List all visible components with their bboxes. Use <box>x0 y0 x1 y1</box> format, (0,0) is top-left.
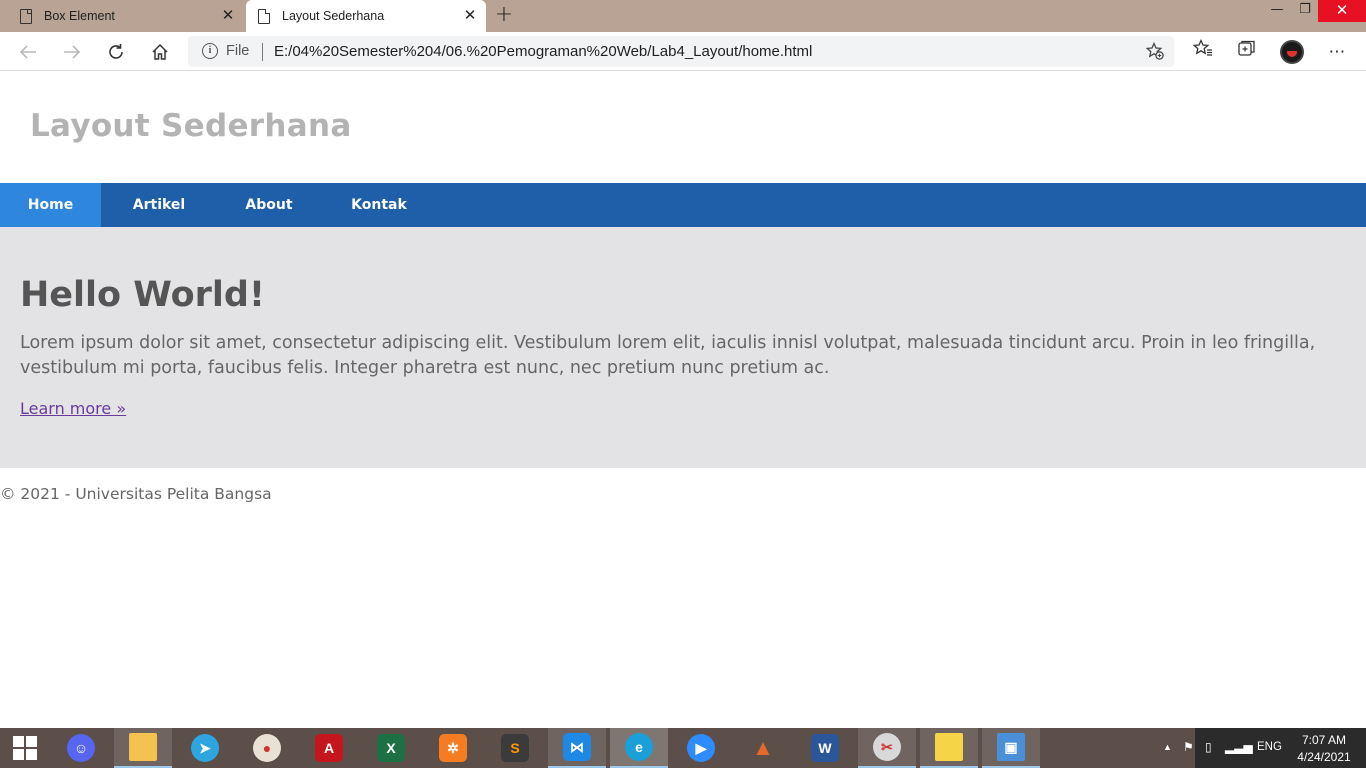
close-tab-icon[interactable]: ✕ <box>218 6 238 26</box>
folder-icon <box>129 733 157 761</box>
learn-more-link[interactable]: Learn more » <box>20 399 126 418</box>
taskbar-vscode[interactable]: ⋈ <box>548 728 606 768</box>
site-title: Layout Sederhana <box>30 108 352 144</box>
restore-window-icon[interactable]: ❐ <box>1288 0 1322 22</box>
taskbar-xampp[interactable]: ✲ <box>424 728 482 768</box>
discord-icon: ☺ <box>67 734 95 762</box>
acrobat-icon: A <box>315 734 343 762</box>
taskbar-telegram[interactable]: ➤ <box>176 728 234 768</box>
nav-item-home[interactable]: Home <box>0 183 101 227</box>
taskbar-snipping-tool[interactable]: ✂ <box>858 728 916 768</box>
site-header: Layout Sederhana <box>0 72 1366 183</box>
more-icon[interactable]: ⋯ <box>1322 38 1352 66</box>
back-arrow-icon[interactable] <box>14 38 42 66</box>
taskbar-photos[interactable]: ▣ <box>982 728 1040 768</box>
clock-time[interactable]: 7:07 AM <box>1299 733 1349 747</box>
info-icon[interactable]: i <box>202 43 218 59</box>
action-center-flag-icon[interactable]: ⚑ <box>1183 740 1194 754</box>
hero-text: Lorem ipsum dolor sit amet, consectetur … <box>20 333 1316 378</box>
url-text[interactable]: E:/04%20Semester%204/06.%20Pemograman%20… <box>274 43 812 60</box>
excel-icon: X <box>377 734 405 762</box>
clock-date[interactable]: 4/24/2021 <box>1295 750 1353 764</box>
zoom-icon: ▶ <box>687 734 715 762</box>
nav-item-artikel[interactable]: Artikel <box>101 183 217 227</box>
hero-section: Hello World! Lorem ipsum dolor sit amet,… <box>0 227 1366 468</box>
taskbar-sticky-notes[interactable] <box>920 728 978 768</box>
edge-icon: e <box>625 733 653 761</box>
close-tab-icon[interactable]: ✕ <box>460 6 480 26</box>
nav-item-about[interactable]: About <box>217 183 321 227</box>
start-button[interactable] <box>0 728 50 768</box>
tab-box-element[interactable]: Box Element ✕ <box>8 0 244 32</box>
palette-icon: ● <box>253 734 281 762</box>
site-footer: © 2021 - Universitas Pelita Bangsa <box>0 485 272 503</box>
address-bar[interactable]: i File E:/04%20Semester%204/06.%20Pemogr… <box>188 36 1174 67</box>
hero-heading: Hello World! <box>20 275 265 315</box>
xampp-icon: ✲ <box>439 734 467 762</box>
word-icon: W <box>811 734 839 762</box>
windows-taskbar: ☺ ➤ ● A X ✲ S ⋈ e ▶ ▲ W ✂ ▣ ▲ ⚑ ▯ ▂▃▅ EN… <box>0 728 1366 768</box>
system-tray: ▲ ⚑ ▯ ▂▃▅ ENG 7:07 AM 4/24/2021 <box>1163 728 1366 768</box>
collections-icon[interactable] <box>1232 38 1262 66</box>
nav-item-kontak[interactable]: Kontak <box>321 183 437 227</box>
telegram-icon: ➤ <box>191 734 219 762</box>
network-signal-icon[interactable]: ▂▃▅ <box>1225 740 1253 754</box>
star-plus-icon[interactable] <box>1145 41 1164 64</box>
taskbar-discord[interactable]: ☺ <box>52 728 110 768</box>
taskbar-excel[interactable]: X <box>362 728 420 768</box>
site-navbar: Home Artikel About Kontak <box>0 183 1366 227</box>
new-tab-icon[interactable]: + <box>492 4 516 28</box>
profile-avatar[interactable] <box>1280 40 1304 64</box>
taskbar-zoom[interactable]: ▶ <box>672 728 730 768</box>
browser-tabstrip: Box Element ✕ Layout Sederhana ✕ + — ❐ ✕ <box>0 0 1366 32</box>
photos-icon: ▣ <box>997 733 1025 761</box>
sublime-icon: S <box>501 734 529 762</box>
windows-logo-icon <box>13 736 37 760</box>
tab-title: Layout Sederhana <box>282 9 385 23</box>
taskbar-word[interactable]: W <box>796 728 854 768</box>
taskbar-paint[interactable]: ● <box>238 728 296 768</box>
reload-icon[interactable] <box>102 38 130 66</box>
close-window-icon[interactable]: ✕ <box>1318 0 1366 22</box>
sticky-notes-icon <box>935 733 963 761</box>
tab-title: Box Element <box>44 9 115 23</box>
taskbar-acrobat[interactable]: A <box>300 728 358 768</box>
forward-arrow-icon[interactable] <box>58 38 86 66</box>
page-icon <box>258 8 270 24</box>
tab-layout-sederhana[interactable]: Layout Sederhana ✕ <box>246 0 486 32</box>
taskbar-matlab[interactable]: ▲ <box>734 728 792 768</box>
battery-icon[interactable]: ▯ <box>1205 740 1212 754</box>
vscode-icon: ⋈ <box>563 733 591 761</box>
scissors-icon: ✂ <box>873 733 901 761</box>
input-language[interactable]: ENG <box>1257 741 1282 753</box>
web-page: Layout Sederhana Home Artikel About Kont… <box>0 72 1366 728</box>
divider <box>262 43 263 61</box>
show-hidden-icons-icon[interactable]: ▲ <box>1163 742 1172 752</box>
scheme-label: File <box>226 43 250 59</box>
home-icon[interactable] <box>146 38 174 66</box>
page-icon <box>20 8 32 24</box>
taskbar-sublime[interactable]: S <box>486 728 544 768</box>
favorites-icon[interactable] <box>1188 38 1218 66</box>
browser-toolbar: i File E:/04%20Semester%204/06.%20Pemogr… <box>0 32 1366 71</box>
taskbar-file-explorer[interactable] <box>114 728 172 768</box>
matlab-icon: ▲ <box>752 735 774 760</box>
taskbar-edge[interactable]: e <box>610 728 668 768</box>
